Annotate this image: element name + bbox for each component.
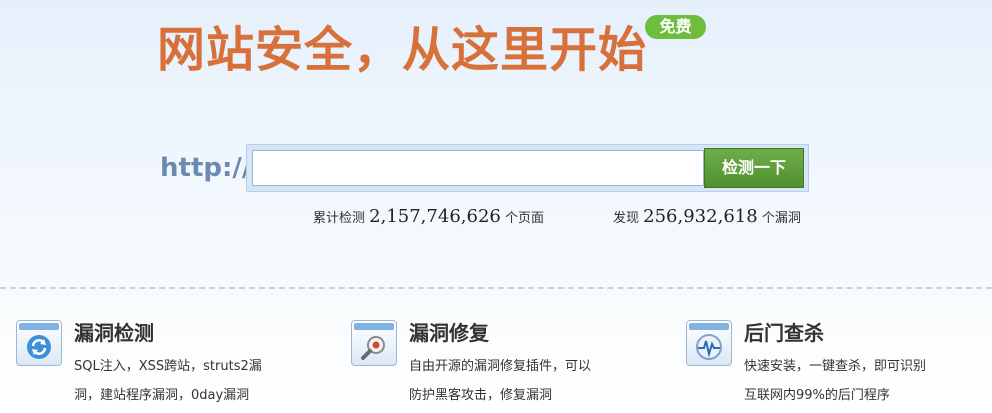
feature-desc-line: 互联网内99%的后门程序 — [744, 388, 890, 403]
feature-title: 漏洞修复 — [409, 321, 489, 345]
feature-description: 自由开源的漏洞修复插件，可以 防护黑客攻击，修复漏洞 — [409, 352, 659, 410]
pulse-icon — [686, 320, 732, 366]
feature-vuln-fix[interactable]: 漏洞修复 自由开源的漏洞修复插件，可以 防护黑客攻击，修复漏洞 — [351, 318, 651, 413]
feature-desc-line: 洞，建站程序漏洞，0day漏洞 — [74, 388, 250, 403]
feature-description: SQL注入，XSS跨站，struts2漏 洞，建站程序漏洞，0day漏洞 — [74, 352, 324, 410]
feature-title: 漏洞检测 — [74, 321, 154, 345]
page-title: 网站安全，从这里开始 — [157, 22, 648, 78]
feature-description: 快速安装，一键查杀，即可识别 互联网内99%的后门程序 — [744, 352, 992, 410]
feature-backdoor-kill[interactable]: 后门查杀 快速安装，一键查杀，即可识别 互联网内99%的后门程序 — [686, 318, 986, 413]
feature-title: 后门查杀 — [744, 321, 824, 345]
search-box: 检测一下 — [246, 144, 809, 192]
magnifier-icon — [351, 320, 397, 366]
feature-vuln-scan[interactable]: 漏洞检测 SQL注入，XSS跨站，struts2漏 洞，建站程序漏洞，0day漏… — [16, 318, 316, 413]
feature-desc-line: 快速安装，一键查杀，即可识别 — [744, 359, 927, 374]
free-badge: 免费 — [645, 15, 706, 39]
url-input[interactable] — [252, 150, 704, 186]
check-button[interactable]: 检测一下 — [704, 148, 804, 188]
http-prefix-label: http:// — [160, 153, 252, 183]
stat-found-label: 发现 — [613, 211, 640, 226]
stat-vulns-found: 发现 256,932,618 个漏洞 — [613, 206, 801, 227]
feature-desc-line: SQL注入，XSS跨站，struts2漏 — [74, 359, 262, 374]
refresh-icon — [16, 320, 62, 366]
feature-desc-line: 自由开源的漏洞修复插件，可以 — [409, 359, 592, 374]
stat-scanned-unit: 个页面 — [504, 211, 544, 226]
stat-pages-scanned: 累计检测 2,157,746,626 个页面 — [313, 206, 544, 227]
stat-found-value: 256,932,618 — [643, 206, 758, 227]
section-divider — [0, 287, 992, 289]
stat-scanned-label: 累计检测 — [313, 211, 366, 226]
stat-scanned-value: 2,157,746,626 — [369, 206, 501, 227]
feature-desc-line: 防护黑客攻击，修复漏洞 — [409, 388, 553, 403]
stat-found-unit: 个漏洞 — [761, 211, 801, 226]
